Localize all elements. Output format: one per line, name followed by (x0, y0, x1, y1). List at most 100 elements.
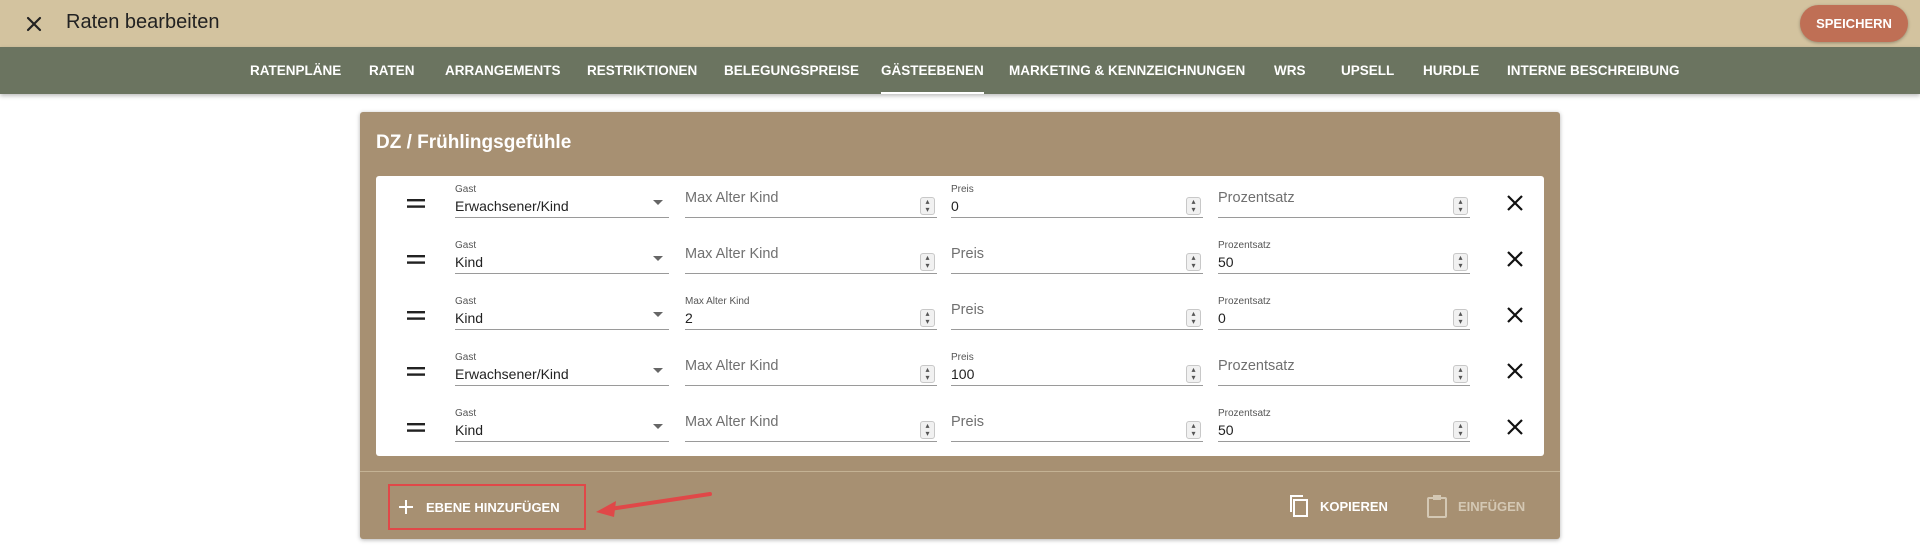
max-age-input[interactable]: Max Alter Kind ▴ ▾ (685, 350, 937, 386)
spinner-icon[interactable]: ▴ ▾ (1453, 365, 1468, 383)
drag-handle-icon[interactable] (407, 367, 425, 377)
guest-label: Gast (455, 240, 477, 251)
spinner-icon[interactable]: ▴ ▾ (1453, 253, 1468, 271)
drag-handle-icon[interactable] (407, 423, 425, 433)
guest-value: Kind (455, 254, 484, 270)
delete-icon[interactable] (1506, 306, 1524, 324)
copy-label: KOPIEREN (1320, 498, 1388, 514)
copy-icon (1290, 495, 1308, 517)
delete-icon[interactable] (1506, 362, 1524, 380)
add-level-button[interactable]: EBENE HINZUFÜGEN (388, 484, 586, 530)
tab-ratenplaene[interactable]: RATENPLÄNE (250, 47, 341, 94)
chevron-down-icon (653, 312, 663, 317)
page-title: Raten bearbeiten (66, 11, 220, 33)
percent-label: Prozentsatz (1218, 240, 1271, 251)
price-input[interactable]: Preis 100 ▴ ▾ (951, 350, 1203, 386)
guest-value: Kind (455, 310, 484, 326)
drag-handle-icon[interactable] (407, 199, 425, 209)
max-age-placeholder: Max Alter Kind (685, 414, 779, 430)
price-value: 100 (951, 366, 975, 382)
copy-button[interactable]: KOPIEREN (1288, 493, 1388, 519)
delete-icon[interactable] (1506, 250, 1524, 268)
percent-input[interactable]: Prozentsatz ▴ ▾ (1218, 182, 1470, 218)
add-level-label: EBENE HINZUFÜGEN (426, 499, 560, 515)
save-button[interactable]: SPEICHERN (1800, 5, 1908, 42)
spinner-icon[interactable]: ▴ ▾ (1186, 421, 1201, 439)
percent-value: 50 (1218, 422, 1234, 438)
tab-marketing[interactable]: MARKETING & KENNZEICHNUNGEN (1009, 47, 1245, 94)
price-input[interactable]: Preis ▴ ▾ (951, 238, 1203, 274)
tab-wrs[interactable]: WRS (1274, 47, 1306, 94)
spinner-icon[interactable]: ▴ ▾ (1453, 197, 1468, 215)
guest-level-row: Gast Kind Max Alter Kind ▴ ▾ Preis ▴ ▾ Pro… (376, 232, 1544, 288)
price-placeholder: Preis (951, 302, 985, 318)
guest-level-row: Gast Kind Max Alter Kind 2 ▴ ▾ Preis ▴ ▾ P… (376, 288, 1544, 344)
guest-label: Gast (455, 352, 477, 363)
guest-label: Gast (455, 296, 477, 307)
spinner-icon[interactable]: ▴ ▾ (1453, 309, 1468, 327)
spinner-icon[interactable]: ▴ ▾ (1186, 309, 1201, 327)
paste-button[interactable]: EINFÜGEN (1426, 493, 1525, 519)
arrow-icon (596, 492, 712, 517)
spinner-icon[interactable]: ▴ ▾ (920, 421, 935, 439)
percent-input[interactable]: Prozentsatz ▴ ▾ (1218, 350, 1470, 386)
max-age-input[interactable]: Max Alter Kind ▴ ▾ (685, 406, 937, 442)
tab-gaesteebenen[interactable]: GÄSTEEBENEN (881, 47, 984, 94)
guest-select[interactable]: Gast Erwachsener/Kind (455, 350, 669, 386)
percent-input[interactable]: Prozentsatz 0 ▴ ▾ (1218, 294, 1470, 330)
tab-interne-beschreibung[interactable]: INTERNE BESCHREIBUNG (1507, 47, 1680, 94)
spinner-icon[interactable]: ▴ ▾ (1186, 253, 1201, 271)
tab-restriktionen[interactable]: RESTRIKTIONEN (587, 47, 697, 94)
spinner-icon[interactable]: ▴ ▾ (920, 309, 935, 327)
percent-label: Prozentsatz (1218, 408, 1271, 419)
spinner-icon[interactable]: ▴ ▾ (1186, 365, 1201, 383)
percent-value: 50 (1218, 254, 1234, 270)
spinner-icon[interactable]: ▴ ▾ (1186, 197, 1201, 215)
guest-level-row: Gast Erwachsener/Kind Max Alter Kind ▴ ▾ … (376, 176, 1544, 232)
guest-label: Gast (455, 408, 477, 419)
price-placeholder: Preis (951, 414, 985, 430)
percent-label: Prozentsatz (1218, 296, 1271, 307)
guest-select[interactable]: Gast Erwachsener/Kind (455, 182, 669, 218)
guest-levels-list: Gast Erwachsener/Kind Max Alter Kind ▴ ▾ … (376, 176, 1544, 456)
drag-handle-icon[interactable] (407, 255, 425, 265)
guest-value: Erwachsener/Kind (455, 198, 569, 214)
guest-select[interactable]: Gast Kind (455, 294, 669, 330)
tab-upsell[interactable]: UPSELL (1341, 47, 1394, 94)
drag-handle-icon[interactable] (407, 311, 425, 321)
spinner-icon[interactable]: ▴ ▾ (920, 253, 935, 271)
card-title: DZ / Frühlingsgefühle (376, 132, 572, 153)
guest-select[interactable]: Gast Kind (455, 406, 669, 442)
price-input[interactable]: Preis ▴ ▾ (951, 294, 1203, 330)
guest-value: Kind (455, 422, 484, 438)
price-label: Preis (951, 352, 974, 363)
delete-icon[interactable] (1506, 418, 1524, 436)
max-age-placeholder: Max Alter Kind (685, 358, 779, 374)
tab-hurdle[interactable]: HURDLE (1423, 47, 1479, 94)
max-age-input[interactable]: Max Alter Kind ▴ ▾ (685, 238, 937, 274)
max-age-input[interactable]: Max Alter Kind ▴ ▾ (685, 182, 937, 218)
tab-arrangements[interactable]: ARRANGEMENTS (445, 47, 561, 94)
percent-placeholder: Prozentsatz (1218, 190, 1295, 206)
percent-value: 0 (1218, 310, 1226, 326)
top-bar: Raten bearbeiten SPEICHERN (0, 0, 1920, 47)
plus-icon (399, 500, 413, 514)
max-age-label: Max Alter Kind (685, 296, 750, 307)
max-age-input[interactable]: Max Alter Kind 2 ▴ ▾ (685, 294, 937, 330)
percent-input[interactable]: Prozentsatz 50 ▴ ▾ (1218, 406, 1470, 442)
delete-icon[interactable] (1506, 194, 1524, 212)
spinner-icon[interactable]: ▴ ▾ (920, 365, 935, 383)
price-input[interactable]: Preis 0 ▴ ▾ (951, 182, 1203, 218)
spinner-icon[interactable]: ▴ ▾ (920, 197, 935, 215)
max-age-value: 2 (685, 310, 693, 326)
percent-input[interactable]: Prozentsatz 50 ▴ ▾ (1218, 238, 1470, 274)
tab-raten[interactable]: RATEN (369, 47, 415, 94)
chevron-down-icon (653, 200, 663, 205)
guest-select[interactable]: Gast Kind (455, 238, 669, 274)
spinner-icon[interactable]: ▴ ▾ (1453, 421, 1468, 439)
tab-belegungspreise[interactable]: BELEGUNGSPREISE (724, 47, 859, 94)
guest-value: Erwachsener/Kind (455, 366, 569, 382)
guest-label: Gast (455, 184, 477, 195)
price-input[interactable]: Preis ▴ ▾ (951, 406, 1203, 442)
close-icon[interactable] (20, 10, 48, 38)
